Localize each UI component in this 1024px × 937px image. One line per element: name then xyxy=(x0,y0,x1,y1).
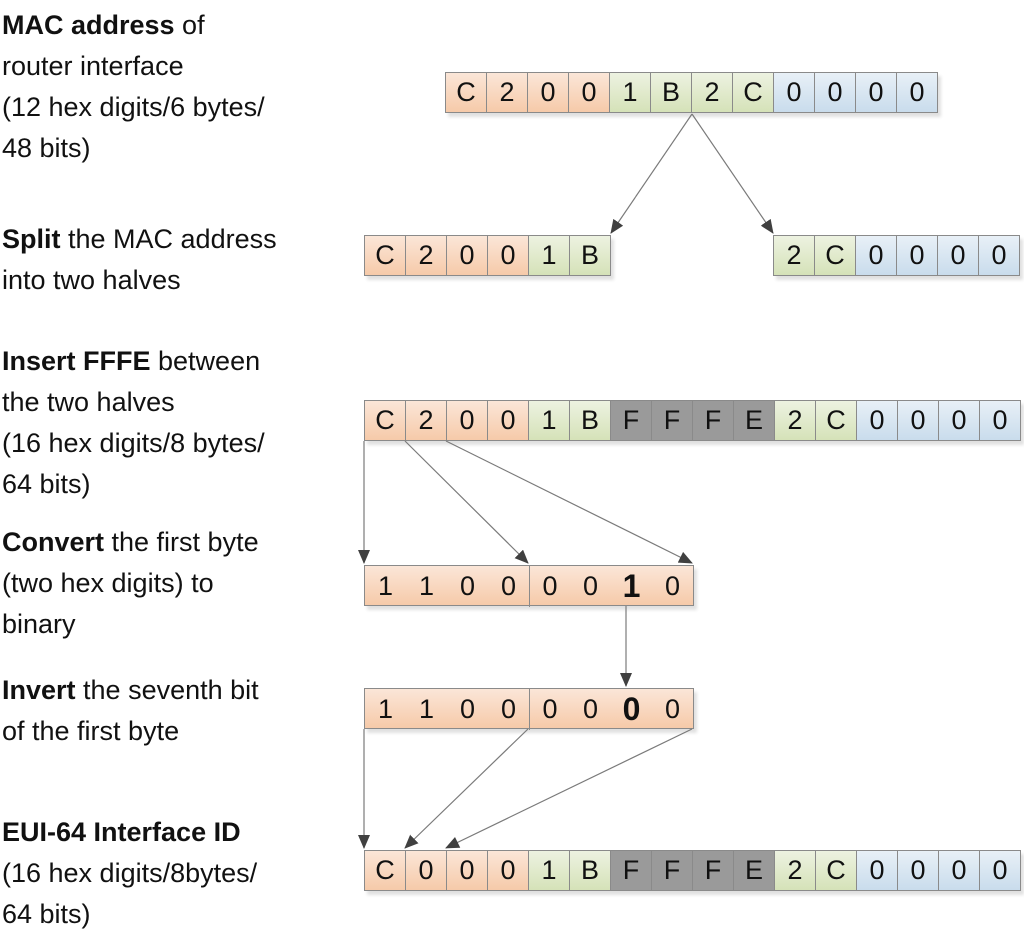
arrow-convert-low-nibble-end xyxy=(445,440,693,564)
arrow-split-left xyxy=(610,113,693,234)
arrow-eui-second-digit-end xyxy=(445,728,693,849)
arrow-split-right xyxy=(691,113,774,234)
arrow-convert-low-nibble-start xyxy=(404,440,529,564)
connector-arrows xyxy=(358,113,774,849)
arrow-eui-second-digit-start xyxy=(404,728,529,849)
